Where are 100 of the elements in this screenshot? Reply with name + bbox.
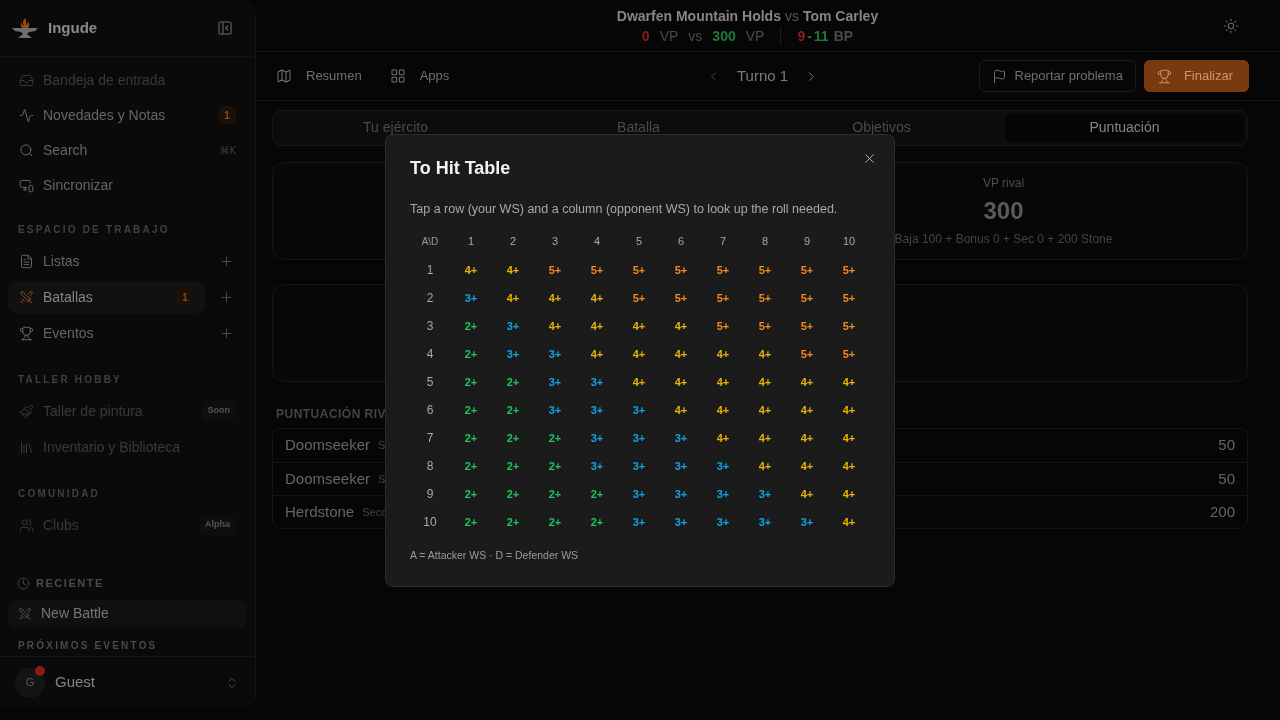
- vp-unit-label: VP: [745, 26, 765, 45]
- to-hit-value: 2+: [506, 458, 520, 474]
- to-hit-value: 4+: [800, 486, 814, 502]
- recent-item[interactable]: New Battle: [8, 599, 247, 628]
- to-hit-value: 4+: [842, 458, 856, 474]
- crossed-swords-icon: [19, 289, 34, 305]
- column-header[interactable]: 6: [660, 226, 702, 256]
- status-tag: Soon: [201, 401, 236, 421]
- to-hit-value: 4+: [758, 402, 772, 418]
- to-hit-value: 3+: [674, 514, 688, 530]
- to-hit-value: 4+: [548, 318, 562, 334]
- dialog-description: Tap a row (your WS) and a column (opponent WS) to look up the roll needed.: [410, 201, 839, 218]
- to-hit-value: 5+: [632, 262, 646, 278]
- column-header[interactable]: 2: [492, 226, 534, 256]
- to-hit-value: 3+: [716, 486, 730, 502]
- row-header[interactable]: 3: [410, 312, 450, 340]
- theme-toggle-button[interactable]: [1223, 17, 1239, 34]
- user-name: Guest: [55, 672, 96, 693]
- column-header[interactable]: 4: [576, 226, 618, 256]
- row-header[interactable]: 1: [410, 256, 450, 284]
- row-header[interactable]: 2: [410, 284, 450, 312]
- to-hit-value: 5+: [800, 290, 814, 306]
- to-hit-value: 4+: [674, 402, 688, 418]
- column-header[interactable]: 10: [828, 226, 870, 256]
- to-hit-value: 3+: [632, 514, 646, 530]
- to-hit-value: 3+: [674, 486, 688, 502]
- versus-label: vs: [784, 6, 799, 25]
- tab[interactable]: Puntuación: [1005, 114, 1244, 142]
- sidebar-item[interactable]: Batallas 1: [8, 281, 205, 313]
- row-header[interactable]: 6: [410, 396, 450, 424]
- to-hit-value: 4+: [506, 262, 520, 278]
- to-hit-value: 4+: [716, 346, 730, 362]
- to-hit-value: 3+: [590, 458, 604, 474]
- to-hit-value: 4+: [842, 402, 856, 418]
- to-hit-value: 5+: [800, 346, 814, 362]
- to-hit-value: 2+: [548, 486, 562, 502]
- toolbar-button[interactable]: Resumen: [276, 66, 362, 86]
- row-header[interactable]: 8: [410, 452, 450, 480]
- row-header[interactable]: 9: [410, 480, 450, 508]
- to-hit-value: 4+: [632, 346, 646, 362]
- to-hit-value: 4+: [590, 318, 604, 334]
- count-badge: 1: [176, 288, 194, 306]
- axis-label: A\D: [420, 234, 440, 249]
- column-header[interactable]: 9: [786, 226, 828, 256]
- to-hit-value: 5+: [716, 290, 730, 306]
- own-vp-score: 0: [641, 26, 650, 45]
- to-hit-value: 3+: [590, 402, 604, 418]
- to-hit-value: 2+: [506, 486, 520, 502]
- turn-label: Turno 1: [736, 65, 789, 86]
- to-hit-value: 4+: [632, 318, 646, 334]
- unit-detail: S: [378, 438, 386, 454]
- to-hit-value: 4+: [800, 374, 814, 390]
- to-hit-value: 4+: [758, 374, 772, 390]
- to-hit-value: 2+: [590, 514, 604, 530]
- army-name: Dwarfen Mountain Holds: [616, 6, 781, 25]
- card-label: VP rival: [982, 175, 1025, 191]
- close-button[interactable]: [862, 151, 877, 166]
- column-header[interactable]: 1: [450, 226, 492, 256]
- sidebar-item[interactable]: Sincronizar: [8, 169, 247, 201]
- to-hit-value: 4+: [800, 402, 814, 418]
- plus-icon: [218, 289, 234, 305]
- report-problem-button[interactable]: Reportar problema: [978, 60, 1136, 92]
- clock-icon: [17, 576, 30, 590]
- to-hit-value: 2+: [506, 430, 520, 446]
- unit-detail: S: [378, 471, 386, 487]
- bp-unit-label: BP: [833, 26, 854, 45]
- column-header[interactable]: 8: [744, 226, 786, 256]
- score-dash: -: [807, 26, 812, 45]
- to-hit-value: 5+: [842, 262, 856, 278]
- to-hit-value: 3+: [548, 346, 562, 362]
- to-hit-value: 2+: [548, 514, 562, 530]
- flag-icon: [991, 68, 1007, 84]
- to-hit-value: 4+: [758, 458, 772, 474]
- dialog-title: To Hit Table: [410, 157, 512, 180]
- to-hit-value: 3+: [506, 318, 520, 334]
- collapse-sidebar-button[interactable]: [217, 20, 233, 36]
- section-heading: PRÓXIMOS EVENTOS: [17, 639, 159, 652]
- to-hit-value: 5+: [674, 262, 688, 278]
- own-bp-score: 9: [797, 26, 806, 45]
- to-hit-value: 3+: [464, 290, 478, 306]
- row-header[interactable]: 4: [410, 340, 450, 368]
- row-header[interactable]: 5: [410, 368, 450, 396]
- activity-icon: [19, 107, 34, 123]
- to-hit-value: 4+: [464, 262, 478, 278]
- toolbar-button[interactable]: Apps: [389, 66, 450, 86]
- users-icon: [19, 517, 34, 533]
- sidebar-item[interactable]: Listas: [8, 245, 205, 277]
- row-header[interactable]: 7: [410, 424, 450, 452]
- column-header[interactable]: 5: [618, 226, 660, 256]
- row-header[interactable]: 10: [410, 508, 450, 536]
- to-hit-value: 5+: [674, 290, 688, 306]
- to-hit-value: 4+: [842, 430, 856, 446]
- column-header[interactable]: 7: [702, 226, 744, 256]
- opponent-name: Tom Carley: [802, 6, 879, 25]
- sidebar-item[interactable]: Eventos: [8, 317, 205, 349]
- to-hit-value: 4+: [758, 430, 772, 446]
- to-hit-value: 4+: [506, 290, 520, 306]
- to-hit-value: 4+: [674, 318, 688, 334]
- column-header[interactable]: 3: [534, 226, 576, 256]
- points-value: 200: [1209, 501, 1235, 522]
